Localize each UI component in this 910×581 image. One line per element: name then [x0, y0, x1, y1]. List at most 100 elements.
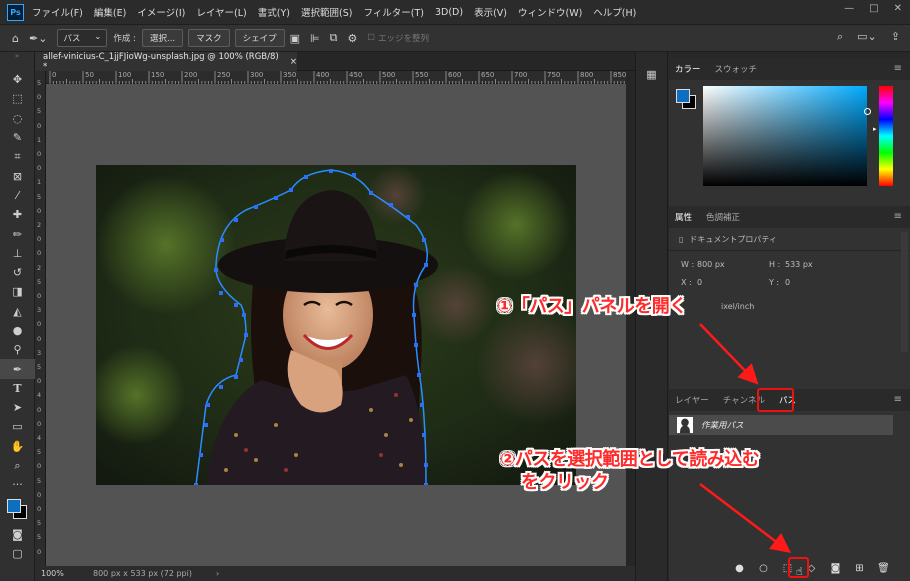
path-anchor-point[interactable] [206, 403, 210, 407]
path-anchor-point[interactable] [219, 385, 223, 389]
make-selection-button[interactable]: 選択... [142, 29, 184, 47]
width-value[interactable]: 800 px [697, 260, 725, 269]
path-operations-icon[interactable]: ▣ [290, 32, 300, 45]
y-value[interactable]: 0 [785, 278, 790, 287]
stroke-path-icon[interactable]: ○ [757, 562, 770, 575]
path-anchor-point[interactable] [194, 483, 198, 485]
trash-icon[interactable]: 🗑 [877, 562, 890, 575]
menu-edit[interactable]: 編集(E) [94, 5, 126, 19]
brush-tool-icon[interactable]: ✏ [0, 224, 35, 243]
close-icon[interactable]: × [290, 57, 297, 67]
x-value[interactable]: 0 [697, 278, 702, 287]
hue-slider-handle-icon[interactable]: ▸ [873, 125, 877, 133]
crop-tool-icon[interactable]: ⌗ [0, 147, 35, 166]
paint-bucket-tool-icon[interactable]: ◭ [0, 302, 35, 321]
path-anchor-point[interactable] [406, 215, 410, 219]
path-arrangement-icon[interactable]: ⧉ [330, 31, 338, 45]
search-icon[interactable]: ⌕ [837, 30, 843, 44]
doc-info[interactable]: 800 px x 533 px (72 ppi) [93, 569, 192, 578]
work-path-row[interactable]: 作業用パス [669, 415, 893, 435]
workspace-icon[interactable]: ▭⌄ [857, 30, 877, 44]
new-path-icon[interactable]: ⊞ [853, 562, 866, 575]
fill-path-icon[interactable]: ● [733, 562, 746, 575]
path-anchor-point[interactable] [424, 263, 428, 267]
menu-image[interactable]: イメージ(I) [137, 5, 185, 19]
document-tab[interactable]: allef-vinicius-C_1jjFJioWg-unsplash.jpg … [35, 52, 297, 72]
move-tool-icon[interactable]: ✥ [0, 70, 35, 89]
menu-file[interactable]: ファイル(F) [32, 5, 83, 19]
minimize-button[interactable]: — [844, 3, 854, 14]
path-alignment-icon[interactable]: ⊫ [310, 32, 320, 45]
lasso-tool-icon[interactable]: ◌ [0, 109, 35, 128]
zoom-tool-icon[interactable]: ⌕ [0, 456, 35, 475]
path-selection-tool-icon[interactable]: ➤ [0, 398, 35, 417]
path-anchor-point[interactable] [389, 203, 393, 207]
share-icon[interactable]: ⇪ [891, 30, 900, 44]
path-anchor-point[interactable] [234, 375, 238, 379]
path-anchor-point[interactable] [199, 453, 203, 457]
path-anchor-point[interactable] [220, 238, 224, 242]
properties-scrollbar[interactable] [901, 232, 908, 352]
path-anchor-point[interactable] [412, 313, 416, 317]
add-mask-icon[interactable]: ◙ [829, 562, 842, 575]
rectangle-tool-icon[interactable]: ▭ [0, 417, 35, 436]
path-anchor-point[interactable] [254, 205, 258, 209]
menu-select[interactable]: 選択範囲(S) [301, 5, 352, 19]
zoom-level[interactable]: 100% [41, 569, 83, 578]
vertical-scrollbar[interactable] [626, 71, 635, 566]
menu-layer[interactable]: レイヤー(L) [196, 5, 246, 19]
screen-mode-icon[interactable]: ▢ [0, 544, 35, 563]
path-anchor-point[interactable] [234, 218, 238, 222]
path-anchor-point[interactable] [274, 196, 278, 200]
path-anchor-point[interactable] [214, 268, 218, 272]
path-anchor-point[interactable] [420, 403, 424, 407]
path-anchor-point[interactable] [289, 188, 293, 192]
quick-mask-icon[interactable]: ◙ [0, 525, 35, 544]
panel-menu-icon[interactable]: ≡ [894, 394, 902, 405]
tab-swatches[interactable]: スウォッチ [715, 63, 758, 75]
tab-properties[interactable]: 属性 [675, 211, 692, 223]
path-anchor-point[interactable] [204, 423, 208, 427]
foreground-color-swatch[interactable] [7, 498, 21, 513]
align-edges-option[interactable]: ☐ エッジを整列 [367, 32, 429, 44]
gear-icon[interactable]: ⚙ [348, 32, 358, 45]
menu-window[interactable]: ウィンドウ(W) [518, 5, 582, 19]
frame-tool-icon[interactable]: ⊠ [0, 166, 35, 185]
pen-tool-icon[interactable]: ✒ [0, 359, 35, 379]
quick-selection-tool-icon[interactable]: ✎ [0, 128, 35, 147]
path-anchor-point[interactable] [414, 283, 418, 287]
panel-menu-icon[interactable]: ≡ [894, 63, 902, 74]
color-field[interactable] [703, 86, 871, 186]
close-button[interactable]: ✕ [894, 3, 902, 14]
healing-brush-tool-icon[interactable]: ✚ [0, 205, 35, 224]
clone-stamp-tool-icon[interactable]: ⊥ [0, 244, 35, 263]
eraser-tool-icon[interactable]: ◨ [0, 282, 35, 301]
status-arrow-icon[interactable]: › [216, 569, 219, 578]
dodge-tool-icon[interactable]: ⚲ [0, 340, 35, 359]
path-anchor-point[interactable] [369, 191, 373, 195]
panel-foreground-swatch[interactable] [676, 89, 690, 103]
history-brush-tool-icon[interactable]: ↺ [0, 263, 35, 282]
photo-canvas[interactable] [96, 165, 576, 485]
make-shape-button[interactable]: シェイプ [234, 29, 285, 47]
tab-color[interactable]: カラー [675, 63, 701, 75]
height-value[interactable]: 533 px [785, 260, 813, 269]
pen-tool-preset-icon[interactable]: ✒⌄ [29, 32, 47, 45]
type-tool-icon[interactable]: T [0, 379, 35, 398]
hand-tool-icon[interactable]: ✋ [0, 437, 35, 456]
path-anchor-point[interactable] [424, 483, 428, 485]
menu-3d[interactable]: 3D(D) [435, 7, 463, 18]
maximize-button[interactable]: □ [869, 3, 878, 14]
menu-type[interactable]: 書式(Y) [258, 5, 290, 19]
toolbar-collapse-icon[interactable]: » [0, 52, 34, 70]
mode-select[interactable]: パス ⌄ [57, 29, 108, 47]
path-anchor-point[interactable] [424, 463, 428, 467]
color-swatches[interactable] [0, 495, 34, 525]
menu-filter[interactable]: フィルター(T) [363, 5, 424, 19]
blur-tool-icon[interactable]: ● [0, 321, 35, 340]
tab-adjustments[interactable]: 色調補正 [706, 211, 740, 223]
menu-view[interactable]: 表示(V) [474, 5, 507, 19]
path-anchor-point[interactable] [422, 238, 426, 242]
tab-layers[interactable]: レイヤー [675, 394, 709, 406]
marquee-tool-icon[interactable]: ⬚ [0, 89, 35, 108]
